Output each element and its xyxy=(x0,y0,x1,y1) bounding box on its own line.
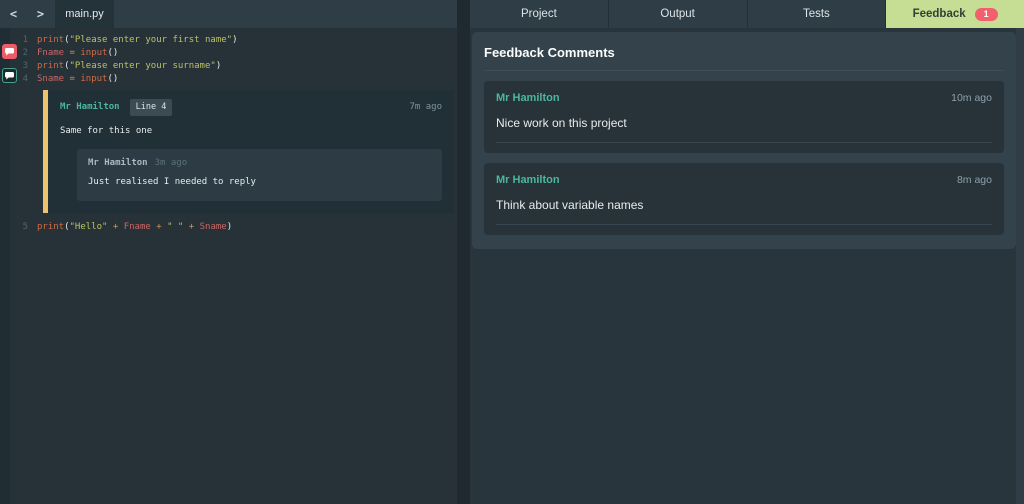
thread-author: Mr Hamilton xyxy=(60,102,120,112)
panel-divider xyxy=(484,70,1004,71)
comment-marker-line-2[interactable] xyxy=(2,44,17,59)
code-token: print xyxy=(37,222,65,232)
code-line-4: 4 Sname = input() xyxy=(10,73,457,86)
code-token: " " xyxy=(167,222,184,232)
code-line-1: 1 print("Please enter your first name") xyxy=(10,34,457,47)
feedback-panel-title: Feedback Comments xyxy=(484,45,615,60)
tab-project[interactable]: Project xyxy=(470,0,609,28)
comment-header: Mr Hamilton 10m ago xyxy=(496,91,992,104)
code-text: Fname = input() xyxy=(37,47,118,60)
code-line-3: 3 print("Please enter your surname") xyxy=(10,60,457,73)
comment-card-footer xyxy=(496,224,992,235)
code-token: Fname xyxy=(123,222,151,232)
tab-main-py[interactable]: main.py xyxy=(55,0,114,28)
file-tab-label: main.py xyxy=(65,8,104,20)
code-token: "Please enter your surname" xyxy=(69,61,216,71)
editor-tab-bar: < > main.py xyxy=(0,0,457,28)
reply-timestamp: 3m ago xyxy=(154,157,188,168)
thread-timestamp: 7m ago xyxy=(409,102,442,112)
comment-bubble-icon xyxy=(5,71,14,80)
reply-header: Mr Hamilton 3m ago xyxy=(88,157,431,169)
code-token: Sname xyxy=(37,74,65,84)
comment-timestamp: 8m ago xyxy=(956,173,992,186)
thread-line-badge: Line 4 xyxy=(129,99,173,116)
comment-timestamp: 10m ago xyxy=(951,91,992,104)
code-token: ) xyxy=(215,61,222,71)
code-token: + xyxy=(150,222,168,232)
chevron-right-icon: > xyxy=(36,7,45,21)
thread-reply[interactable]: Mr Hamilton 3m ago Just realised I neede… xyxy=(77,149,442,201)
code-token: print xyxy=(37,35,65,45)
code-text: print("Please enter your first name") xyxy=(37,34,238,47)
code-area[interactable]: 1 print("Please enter your first name") … xyxy=(10,28,457,234)
code-token: + xyxy=(183,222,200,232)
reply-body: Just realised I needed to reply xyxy=(88,177,256,187)
code-text: print("Please enter your surname") xyxy=(37,60,221,73)
code-text: Sname = input() xyxy=(37,73,118,86)
code-token: () xyxy=(107,74,119,84)
comment-header: Mr Hamilton 8m ago xyxy=(496,173,992,186)
code-token: input xyxy=(80,74,108,84)
feedback-panel: Feedback Comments Mr Hamilton 10m ago Ni… xyxy=(472,32,1016,249)
tab-label: Tests xyxy=(802,8,830,20)
thread-body: Same for this one xyxy=(60,126,153,136)
tab-label: Project xyxy=(520,8,557,20)
comment-body: Think about variable names xyxy=(496,198,644,212)
code-token: ) xyxy=(232,35,238,45)
editor-pane: < > main.py 1 print("Please enter your f… xyxy=(0,0,457,504)
code-token: () xyxy=(107,48,119,58)
comment-bubble-icon xyxy=(5,47,14,56)
comment-marker-line-4[interactable] xyxy=(2,68,17,83)
reply-author: Mr Hamilton xyxy=(88,157,148,168)
code-token: print xyxy=(37,61,65,71)
code-token: input xyxy=(80,48,108,58)
code-token: = xyxy=(64,74,81,84)
right-tab-bar: Project Output Tests Feedback 1 xyxy=(470,0,1024,28)
code-token: Fname xyxy=(37,48,65,58)
comment-author: Mr Hamilton xyxy=(496,173,560,186)
pane-divider[interactable] xyxy=(457,0,470,504)
nav-back-button[interactable]: < xyxy=(0,0,27,28)
code-token: Sname xyxy=(199,222,227,232)
tab-label: Feedback xyxy=(912,8,966,20)
inline-comment-thread[interactable]: Mr Hamilton Line 4 7m ago Same for this … xyxy=(43,90,454,213)
comment-card-2[interactable]: Mr Hamilton 8m ago Think about variable … xyxy=(484,163,1004,235)
code-line-2: 2 Fname = input() xyxy=(10,47,457,60)
scrollbar-track[interactable] xyxy=(1016,28,1024,504)
chevron-left-icon: < xyxy=(9,7,18,21)
line-number: 5 xyxy=(22,222,28,232)
tab-label: Output xyxy=(660,8,695,20)
comment-body: Nice work on this project xyxy=(496,116,627,130)
thread-header: Mr Hamilton Line 4 7m ago xyxy=(60,99,442,116)
tab-feedback[interactable]: Feedback 1 xyxy=(886,0,1024,28)
code-token: "Please enter your first name" xyxy=(69,35,233,45)
tab-output[interactable]: Output xyxy=(609,0,748,28)
comment-card-footer xyxy=(496,142,992,153)
comment-gutter xyxy=(0,28,10,504)
nav-forward-button[interactable]: > xyxy=(27,0,54,28)
code-token: ) xyxy=(226,222,233,232)
comment-author: Mr Hamilton xyxy=(496,91,560,104)
code-token: "Hello" xyxy=(69,222,108,232)
comment-card-1[interactable]: Mr Hamilton 10m ago Nice work on this pr… xyxy=(484,81,1004,153)
code-token: = xyxy=(64,48,81,58)
feedback-count-badge: 1 xyxy=(974,7,998,21)
code-text: print("Hello" + Fname + " " + Sname) xyxy=(37,221,232,234)
feedback-pane: Project Output Tests Feedback 1 Feedback… xyxy=(470,0,1024,504)
tab-tests[interactable]: Tests xyxy=(748,0,887,28)
code-line-5: 5 print("Hello" + Fname + " " + Sname) xyxy=(10,221,457,234)
code-token: + xyxy=(107,222,124,232)
